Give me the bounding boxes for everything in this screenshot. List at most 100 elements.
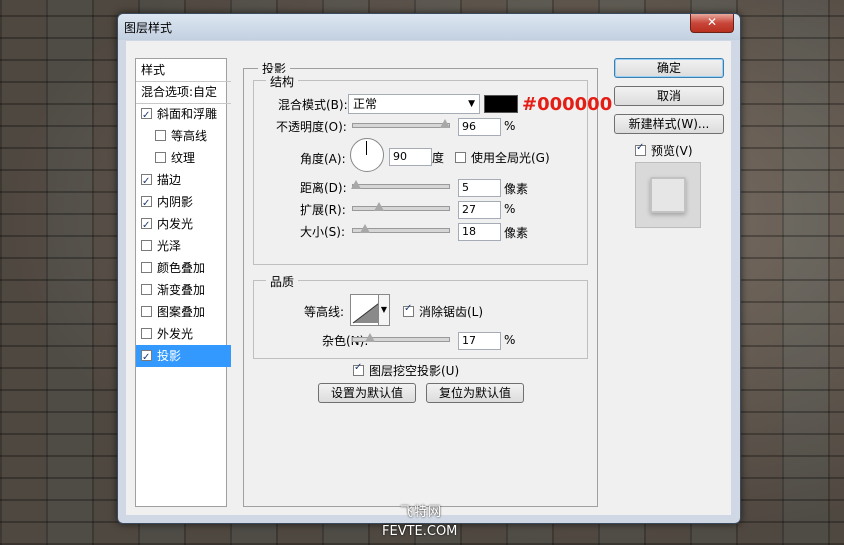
blend-mode-label: 混合模式(B): bbox=[278, 98, 348, 112]
style-item-label: 内阴影 bbox=[157, 195, 194, 209]
close-button[interactable]: ✕ bbox=[690, 14, 734, 33]
distance-label: 距离(D): bbox=[300, 181, 347, 195]
style-item[interactable]: 渐变叠加 bbox=[136, 279, 231, 301]
opacity-label: 不透明度(O): bbox=[276, 120, 347, 134]
chevron-down-icon: ▼ bbox=[468, 99, 475, 109]
knockout-label: 图层挖空投影(U) bbox=[369, 364, 460, 378]
size-slider-thumb[interactable] bbox=[360, 224, 370, 233]
blend-options-item[interactable]: 混合选项:自定 bbox=[136, 81, 231, 104]
antialias-option[interactable]: 消除锯齿(L) bbox=[403, 303, 483, 320]
style-item[interactable]: 内发光 bbox=[136, 213, 231, 235]
blend-mode-value: 正常 bbox=[353, 97, 378, 111]
set-default-button[interactable]: 设置为默认值 bbox=[318, 383, 416, 403]
distance-slider[interactable] bbox=[351, 180, 450, 189]
cancel-button[interactable]: 取消 bbox=[614, 86, 724, 106]
style-item-checkbox[interactable] bbox=[141, 328, 152, 339]
style-item-checkbox[interactable] bbox=[141, 262, 152, 273]
style-item-checkbox[interactable] bbox=[141, 215, 152, 235]
noise-input[interactable]: 17 bbox=[458, 332, 501, 350]
spread-input[interactable]: 27 bbox=[458, 201, 501, 219]
style-item-label: 等高线 bbox=[171, 129, 208, 143]
layer-style-dialog: 图层样式 ✕ 样式 混合选项:自定 斜面和浮雕等高线纹理描边内阴影内发光光泽颜色… bbox=[117, 13, 741, 524]
color-annotation: #000000 bbox=[522, 94, 613, 115]
style-preview-thumbnail bbox=[635, 162, 701, 228]
contour-dropdown-button[interactable]: ▼ bbox=[378, 294, 390, 326]
style-item-label: 内发光 bbox=[157, 217, 194, 231]
global-light-option[interactable]: 使用全局光(G) bbox=[455, 149, 550, 166]
style-item-label: 纹理 bbox=[171, 151, 196, 165]
style-item-label: 投影 bbox=[157, 349, 182, 363]
drop-shadow-panel: 投影 结构 混合模式(B): 正常 ▼ 不透明度(O): 96 % 角度(A): bbox=[243, 60, 598, 507]
style-item-label: 颜色叠加 bbox=[157, 261, 206, 275]
style-item-label: 斜面和浮雕 bbox=[157, 107, 218, 121]
style-item[interactable]: 图案叠加 bbox=[136, 301, 231, 323]
ok-button[interactable]: 确定 bbox=[614, 58, 724, 78]
style-item-label: 图案叠加 bbox=[157, 305, 206, 319]
style-item[interactable]: 外发光 bbox=[136, 323, 231, 345]
style-item-label: 光泽 bbox=[157, 239, 182, 253]
style-item-label: 外发光 bbox=[157, 327, 194, 341]
quality-group: 品质 等高线: ▼ 消除锯齿(L) 杂色(N): 17 % bbox=[253, 273, 588, 359]
spread-unit: % bbox=[504, 202, 516, 216]
style-item-checkbox[interactable] bbox=[141, 105, 152, 125]
noise-slider-thumb[interactable] bbox=[365, 333, 375, 342]
reset-default-button[interactable]: 复位为默认值 bbox=[426, 383, 524, 403]
style-item[interactable]: 投影 bbox=[136, 345, 231, 367]
knockout-option[interactable]: 图层挖空投影(U) bbox=[353, 362, 459, 379]
size-label: 大小(S): bbox=[300, 225, 346, 239]
dialog-body: 样式 混合选项:自定 斜面和浮雕等高线纹理描边内阴影内发光光泽颜色叠加渐变叠加图… bbox=[126, 41, 731, 515]
noise-unit: % bbox=[504, 333, 516, 347]
distance-slider-thumb[interactable] bbox=[351, 180, 361, 189]
style-item-checkbox[interactable] bbox=[155, 130, 166, 141]
preview-sample bbox=[650, 177, 686, 213]
size-unit: 像素 bbox=[504, 226, 529, 240]
size-slider[interactable] bbox=[352, 224, 450, 233]
preview-option[interactable]: 预览(V) bbox=[635, 142, 693, 159]
title-bar[interactable]: 图层样式 ✕ bbox=[118, 14, 740, 40]
style-item-checkbox[interactable] bbox=[141, 193, 152, 213]
preview-label: 预览(V) bbox=[651, 144, 693, 158]
contour-label: 等高线: bbox=[304, 305, 345, 319]
new-style-button[interactable]: 新建样式(W)... bbox=[614, 114, 724, 134]
angle-label: 角度(A): bbox=[300, 152, 346, 166]
structure-title: 结构 bbox=[266, 73, 299, 90]
style-item[interactable]: 颜色叠加 bbox=[136, 257, 231, 279]
antialias-label: 消除锯齿(L) bbox=[419, 305, 484, 319]
angle-unit: 度 bbox=[432, 151, 445, 165]
blend-mode-select[interactable]: 正常 ▼ bbox=[348, 94, 480, 114]
style-item-checkbox[interactable] bbox=[141, 284, 152, 295]
knockout-checkbox[interactable] bbox=[353, 362, 364, 376]
antialias-checkbox[interactable] bbox=[403, 303, 414, 317]
noise-slider[interactable] bbox=[352, 333, 450, 342]
angle-dial-needle bbox=[366, 141, 367, 155]
style-item-checkbox[interactable] bbox=[141, 171, 152, 191]
style-list-header[interactable]: 样式 bbox=[136, 59, 231, 82]
distance-unit: 像素 bbox=[504, 182, 529, 196]
style-item[interactable]: 斜面和浮雕 bbox=[136, 103, 231, 125]
style-item[interactable]: 光泽 bbox=[136, 235, 231, 257]
preview-checkbox[interactable] bbox=[635, 142, 646, 156]
distance-input[interactable]: 5 bbox=[458, 179, 501, 197]
opacity-slider-thumb[interactable] bbox=[440, 119, 450, 128]
style-item-checkbox[interactable] bbox=[141, 306, 152, 317]
global-light-label: 使用全局光(G) bbox=[471, 151, 550, 165]
style-item-label: 描边 bbox=[157, 173, 182, 187]
style-item[interactable]: 描边 bbox=[136, 169, 231, 191]
angle-dial[interactable] bbox=[350, 138, 384, 172]
size-input[interactable]: 18 bbox=[458, 223, 501, 241]
style-item[interactable]: 纹理 bbox=[136, 147, 245, 169]
style-item-label: 渐变叠加 bbox=[157, 283, 206, 297]
angle-input[interactable]: 90 bbox=[389, 148, 432, 166]
spread-slider-thumb[interactable] bbox=[374, 202, 384, 211]
spread-slider[interactable] bbox=[352, 202, 450, 211]
shadow-color-swatch[interactable] bbox=[484, 95, 518, 113]
style-item-checkbox[interactable] bbox=[141, 240, 152, 251]
style-item-checkbox[interactable] bbox=[155, 152, 166, 163]
style-item-checkbox[interactable] bbox=[141, 347, 152, 367]
global-light-checkbox[interactable] bbox=[455, 152, 466, 163]
opacity-input[interactable]: 96 bbox=[458, 118, 501, 136]
opacity-unit: % bbox=[504, 119, 516, 133]
style-item[interactable]: 等高线 bbox=[136, 125, 245, 147]
style-item[interactable]: 内阴影 bbox=[136, 191, 231, 213]
opacity-slider[interactable] bbox=[352, 119, 450, 128]
